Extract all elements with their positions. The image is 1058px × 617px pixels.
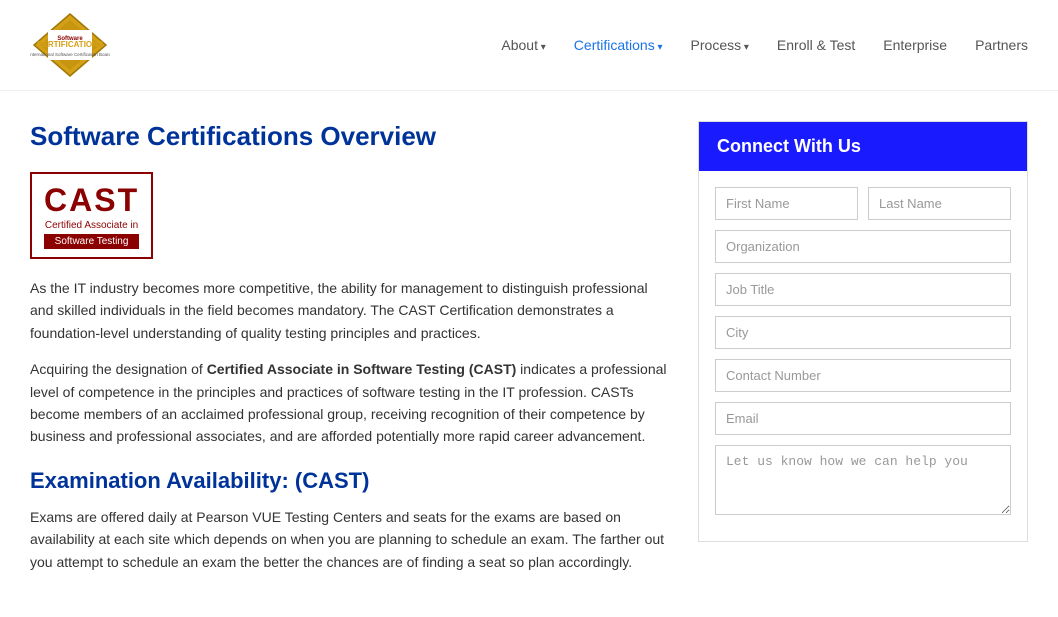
organization-row xyxy=(715,230,1011,263)
job-title-row xyxy=(715,273,1011,306)
nav-process[interactable]: Process xyxy=(691,37,749,53)
message-row xyxy=(715,445,1011,515)
header: Software CERTIFICATIONS International So… xyxy=(0,0,1058,91)
contact-number-row xyxy=(715,359,1011,392)
connect-header: Connect With Us xyxy=(699,122,1027,171)
connect-form xyxy=(699,171,1027,541)
page-title: Software Certifications Overview xyxy=(30,121,668,152)
paragraph2: Acquiring the designation of Certified A… xyxy=(30,358,668,448)
nav-certifications[interactable]: Certifications xyxy=(574,37,663,53)
city-input[interactable] xyxy=(715,316,1011,349)
logo-wrap[interactable]: Software CERTIFICATIONS International So… xyxy=(30,10,110,80)
first-name-input[interactable] xyxy=(715,187,858,220)
contact-number-input[interactable] xyxy=(715,359,1011,392)
main-container: Software Certifications Overview CAST Ce… xyxy=(0,91,1058,617)
cast-sub-line2: Software Testing xyxy=(44,234,139,249)
first-name-wrap xyxy=(715,187,858,220)
cast-logo-box: CAST Certified Associate in Software Tes… xyxy=(30,172,153,259)
message-textarea[interactable] xyxy=(715,445,1011,515)
para2-prefix: Acquiring the designation of xyxy=(30,361,207,377)
organization-input[interactable] xyxy=(715,230,1011,263)
city-row xyxy=(715,316,1011,349)
cast-sub-line1: Certified Associate in xyxy=(44,219,139,232)
email-input[interactable] xyxy=(715,402,1011,435)
logo-icon: Software CERTIFICATIONS International So… xyxy=(30,10,110,80)
exam-title: Examination Availability: (CAST) xyxy=(30,468,668,494)
last-name-input[interactable] xyxy=(868,187,1011,220)
left-content: Software Certifications Overview CAST Ce… xyxy=(30,121,668,587)
paragraph1: As the IT industry becomes more competit… xyxy=(30,277,668,344)
nav-enterprise[interactable]: Enterprise xyxy=(883,37,947,53)
exam-text: Exams are offered daily at Pearson VUE T… xyxy=(30,506,668,573)
svg-text:International Software Certifi: International Software Certification Boa… xyxy=(30,52,110,57)
last-name-wrap xyxy=(868,187,1011,220)
nav-enroll-test[interactable]: Enroll & Test xyxy=(777,37,855,53)
cast-acronym: CAST xyxy=(44,182,139,219)
email-row xyxy=(715,402,1011,435)
svg-text:CERTIFICATIONS: CERTIFICATIONS xyxy=(37,40,104,49)
name-row xyxy=(715,187,1011,220)
sidebar: Connect With Us xyxy=(698,121,1028,587)
connect-box: Connect With Us xyxy=(698,121,1028,542)
para2-bold: Certified Associate in Software Testing … xyxy=(207,361,517,377)
job-title-input[interactable] xyxy=(715,273,1011,306)
nav-about[interactable]: About xyxy=(501,37,545,53)
main-nav: About Certifications Process Enroll & Te… xyxy=(501,37,1028,53)
nav-partners[interactable]: Partners xyxy=(975,37,1028,53)
